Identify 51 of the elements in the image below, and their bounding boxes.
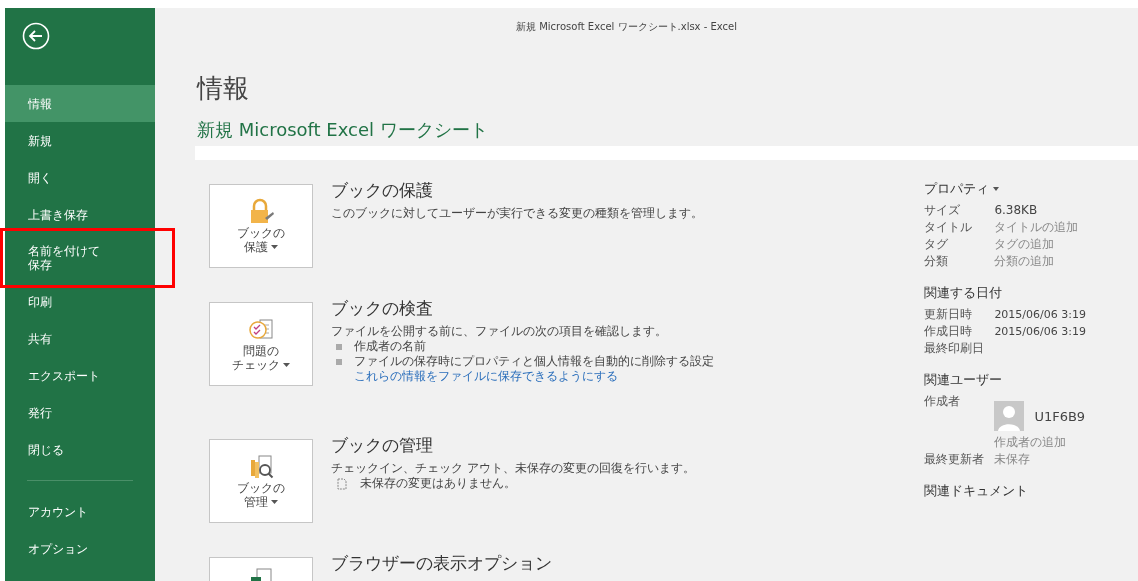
menu-item[interactable]: アカウント xyxy=(5,493,155,530)
properties-title[interactable]: プロパティ xyxy=(924,180,990,198)
date-value: 2015/06/06 3:19 xyxy=(994,307,1086,323)
property-value[interactable]: 分類の追加 xyxy=(994,253,1055,270)
date-label: 作成日時 xyxy=(924,323,974,340)
group-title: 関連ドキュメント xyxy=(924,482,1030,500)
page-heading: 情報 xyxy=(197,72,250,105)
date-label: 最終印刷日 xyxy=(924,340,986,357)
date-value: 2015/06/06 3:19 xyxy=(994,324,1086,340)
section-title: ブックの保護 xyxy=(331,179,434,202)
menu-item[interactable]: 共有 xyxy=(5,320,155,357)
window-title: 新規 Microsoft Excel ワークシート.xlsx - Excel xyxy=(515,20,738,34)
menu-item[interactable]: 発行 xyxy=(5,394,155,431)
group-title: 関連ユーザー xyxy=(924,371,1004,389)
menu-item[interactable]: 開く xyxy=(5,159,155,196)
section-title: ブックの管理 xyxy=(331,434,434,457)
action-button[interactable]: 問題の チェック xyxy=(209,302,313,386)
settings-link[interactable]: これらの情報をファイルに保存できるようにする xyxy=(354,369,618,383)
section-description: チェックイン、チェック アウト、未保存の変更の回復を行います。 xyxy=(331,461,695,476)
property-label: サイズ xyxy=(924,202,962,219)
section-description: このブックに対してユーザーが実行できる変更の種類を管理します。 xyxy=(331,206,703,221)
bullet-text: ファイルの保存時にプロパティと個人情報を自動的に削除する設定 xyxy=(354,354,714,369)
property-label: 分類 xyxy=(924,253,950,270)
section-title: ブックの検査 xyxy=(331,297,434,320)
property-value[interactable]: タグの追加 xyxy=(994,236,1055,253)
date-label: 更新日時 xyxy=(924,306,974,323)
property-value[interactable]: タイトルの追加 xyxy=(994,219,1079,236)
author-label: 作成者 xyxy=(924,393,962,410)
action-button[interactable]: ブックの 保護 xyxy=(209,184,313,268)
modified-by-label: 最終更新者 xyxy=(924,451,986,468)
property-label: タイトル xyxy=(924,219,974,236)
property-label: タグ xyxy=(924,236,950,253)
modified-by-value: 未保存 xyxy=(994,451,1031,468)
add-author-link[interactable]: 作成者の追加 xyxy=(994,434,1086,451)
menu-item[interactable]: 上書き保存 xyxy=(5,196,155,233)
section-description: ファイルを公開する前に、ファイルの次の項目を確認します。 xyxy=(331,324,668,339)
menu-item[interactable]: 名前を付けて保存 xyxy=(5,233,155,283)
menu-item[interactable]: 情報 xyxy=(5,85,155,122)
document-name: 新規 Microsoft Excel ワークシート xyxy=(197,118,489,142)
menu-item[interactable]: エクスポート xyxy=(5,357,155,394)
menu-item[interactable]: 印刷 xyxy=(5,283,155,320)
menu-item[interactable]: 新規 xyxy=(5,122,155,159)
section-title: ブラウザーの表示オプション xyxy=(331,552,552,575)
note-text: 未保存の変更はありません。 xyxy=(360,476,516,491)
property-value: 6.38KB xyxy=(994,202,1038,219)
menu-item[interactable]: オプション xyxy=(5,530,155,567)
action-button[interactable]: ブックの 管理 xyxy=(209,439,313,523)
menu-item[interactable]: 閉じる xyxy=(5,431,155,468)
group-title: 関連する日付 xyxy=(924,284,1004,302)
bullet-text: 作成者の名前 xyxy=(354,339,426,354)
author-name: U1F6B9 xyxy=(1034,407,1086,425)
